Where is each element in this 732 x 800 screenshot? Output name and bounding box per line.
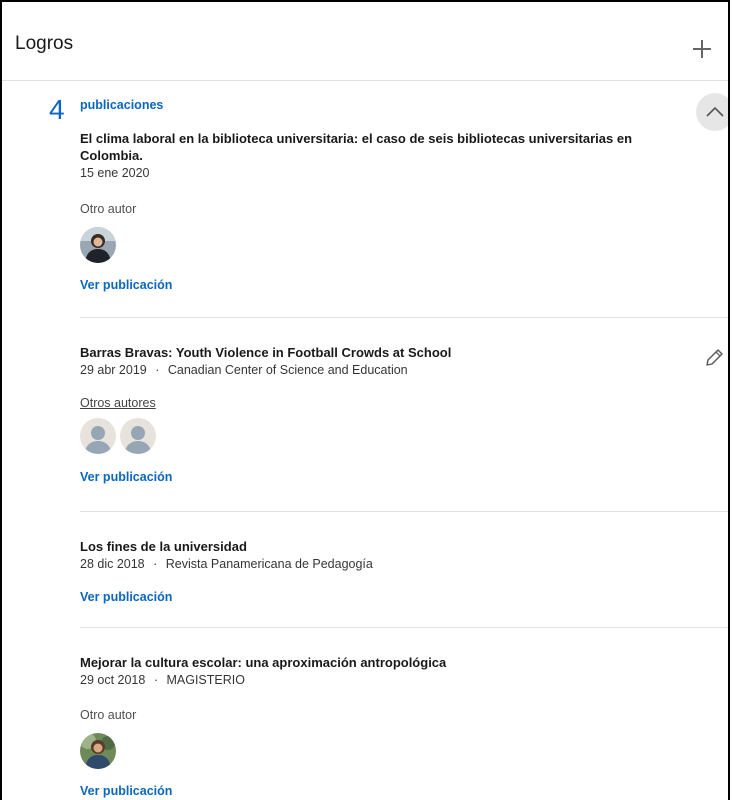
divider [80, 627, 728, 628]
publication-date: 29 oct 2018 [80, 673, 146, 687]
authors-link[interactable]: Otros autores [80, 396, 728, 410]
publication-title: Mejorar la cultura escolar: una aproxima… [80, 655, 447, 670]
collapse-button[interactable] [696, 93, 728, 131]
author-avatar[interactable] [80, 418, 116, 454]
publication-date: 29 abr 2019 [80, 363, 147, 377]
author-avatar[interactable] [120, 418, 156, 454]
pencil-icon [706, 349, 723, 366]
publication-publisher: MAGISTERIO [166, 673, 245, 687]
publication-meta: 29 abr 2019 · Canadian Center of Science… [80, 362, 728, 379]
publication-date: 15 ene 2020 [80, 166, 150, 180]
author-avatars [80, 733, 728, 769]
publication-item: Barras Bravas: Youth Violence in Footbal… [80, 344, 728, 484]
author-avatar[interactable] [80, 733, 116, 769]
publication-count: 4 [49, 94, 65, 125]
author-avatars [80, 227, 728, 263]
publication-item: El clima laboral en la biblioteca univer… [80, 130, 728, 292]
meta-separator: · [153, 557, 158, 571]
publication-date: 28 dic 2018 [80, 557, 145, 571]
card-header: Logros [2, 2, 728, 81]
publication-title: Los fines de la universidad [80, 539, 247, 554]
view-publication-link[interactable]: Ver publicación [80, 470, 728, 484]
edit-publication-button[interactable] [701, 345, 727, 371]
achievements-card: Logros 4 publicaciones El clima laboral … [0, 0, 730, 800]
publication-meta: 29 oct 2018 · MAGISTERIO [80, 672, 728, 689]
section-title: Logros [15, 33, 74, 54]
publication-title: Barras Bravas: Youth Violence in Footbal… [80, 345, 452, 360]
divider [80, 317, 728, 318]
meta-separator: · [153, 673, 158, 687]
publication-publisher: Revista Panamericana de Pedagogía [165, 557, 373, 571]
chevron-up-icon [706, 106, 724, 117]
authors-label: Otro autor [80, 202, 137, 216]
publication-date: 15 ene 2020 [80, 165, 728, 182]
author-avatars [80, 418, 728, 454]
view-publication-link[interactable]: Ver publicación [80, 784, 728, 798]
publication-item: Los fines de la universidad 28 dic 2018 … [80, 538, 728, 604]
meta-separator: · [155, 363, 160, 377]
author-avatar[interactable] [80, 227, 116, 263]
divider [80, 511, 728, 512]
authors-label: Otro autor [80, 708, 137, 722]
add-achievement-button[interactable] [688, 35, 716, 63]
view-publication-link[interactable]: Ver publicación [80, 278, 728, 292]
view-publication-link[interactable]: Ver publicación [80, 590, 728, 604]
publication-title: El clima laboral en la biblioteca univer… [80, 131, 633, 163]
publication-meta: 28 dic 2018 · Revista Panamericana de Pe… [80, 556, 728, 573]
category-label: publicaciones [80, 98, 164, 112]
publication-item: Mejorar la cultura escolar: una aproxima… [80, 654, 728, 798]
publication-publisher: Canadian Center of Science and Education [167, 363, 408, 377]
